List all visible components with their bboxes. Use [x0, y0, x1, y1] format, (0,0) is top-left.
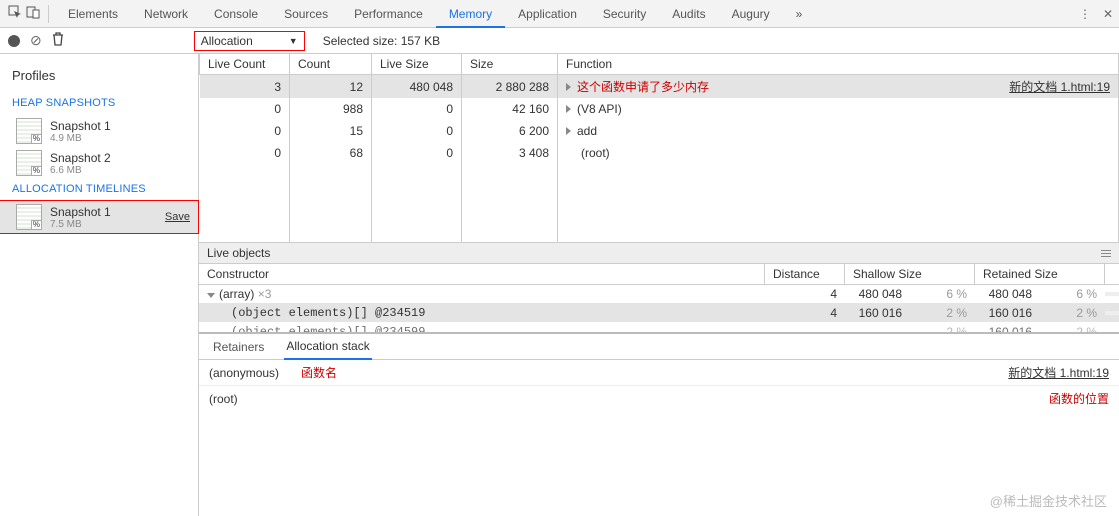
tab-overflow[interactable]: »: [783, 0, 816, 28]
snapshot-size: 4.9 MB: [50, 133, 111, 144]
stack-row[interactable]: (anonymous) 函数名 新的文档 1.html:19: [199, 360, 1119, 386]
object-row[interactable]: (object elements)[] @234599 2 % 160 016 …: [199, 322, 1119, 332]
tab-retainers[interactable]: Retainers: [211, 335, 266, 359]
expand-icon[interactable]: [566, 105, 571, 113]
function-name: (V8 API): [577, 102, 622, 116]
expand-icon[interactable]: [566, 83, 571, 91]
tab-sources[interactable]: Sources: [271, 0, 341, 28]
source-link[interactable]: 新的文档 1.html:19: [1009, 78, 1110, 95]
live-objects-columns: Constructor Distance Shallow Size Retain…: [199, 264, 1119, 285]
function-name: (root): [581, 146, 610, 160]
col-function[interactable]: Function: [558, 54, 1119, 75]
snapshot-icon: [16, 118, 42, 144]
stack-fn-name: (anonymous): [209, 366, 279, 380]
tab-augury[interactable]: Augury: [719, 0, 783, 28]
function-table: Live Count Count Live Size Size Function…: [199, 54, 1119, 242]
table-row[interactable]: 0 68 0 3 408 (root): [200, 142, 1119, 164]
table-row[interactable]: 0 15 0 6 200 add: [200, 120, 1119, 142]
menu-icon[interactable]: [1101, 248, 1111, 259]
record-icon[interactable]: [8, 35, 20, 47]
memory-toolbar: ⊘ Allocation ▼ Selected size: 157 KB: [0, 28, 1119, 54]
table-row[interactable]: 0 988 0 42 160 (V8 API): [200, 98, 1119, 120]
tab-network[interactable]: Network: [131, 0, 201, 28]
snapshot-item[interactable]: Snapshot 2 6.6 MB: [0, 147, 198, 179]
tab-security[interactable]: Security: [590, 0, 659, 28]
sidebar-cat-alloc: ALLOCATION TIMELINES: [0, 179, 198, 201]
tab-audits[interactable]: Audits: [659, 0, 718, 28]
live-objects-header: Live objects: [199, 242, 1119, 264]
clear-icon[interactable]: ⊘: [30, 32, 42, 49]
save-link[interactable]: Save: [165, 211, 190, 223]
memory-content: Live Count Count Live Size Size Function…: [199, 54, 1119, 516]
expand-icon[interactable]: [566, 127, 571, 135]
retainer-tabs: Retainers Allocation stack: [199, 332, 1119, 360]
source-link[interactable]: 新的文档 1.html:19: [1008, 364, 1109, 381]
timeline-size: 7.5 MB: [50, 219, 111, 230]
view-select-label: Allocation: [201, 34, 253, 48]
profiles-sidebar: Profiles HEAP SNAPSHOTS Snapshot 1 4.9 M…: [0, 54, 199, 516]
snapshot-size: 6.6 MB: [50, 165, 111, 176]
sidebar-cat-heap: HEAP SNAPSHOTS: [0, 93, 198, 115]
selected-size: Selected size: 157 KB: [323, 34, 440, 48]
tab-console[interactable]: Console: [201, 0, 271, 28]
kebab-icon[interactable]: ⋮: [1079, 7, 1091, 21]
panel-tabs: Elements Network Console Sources Perform…: [55, 0, 1079, 28]
object-row[interactable]: (array) ×3 4 480 048 6 % 480 048 6 %: [199, 285, 1119, 303]
stack-fn-name: (root): [209, 392, 238, 406]
stack-row[interactable]: (root) 函数的位置: [199, 386, 1119, 411]
tab-application[interactable]: Application: [505, 0, 590, 28]
inspect-icon[interactable]: [6, 5, 24, 22]
annotation: 函数名: [301, 364, 337, 381]
tab-memory[interactable]: Memory: [436, 0, 505, 28]
function-name: add: [577, 124, 597, 138]
snapshot-icon: [16, 204, 42, 230]
col-distance[interactable]: Distance: [765, 264, 845, 284]
snapshot-icon: [16, 150, 42, 176]
watermark: @稀土掘金技术社区: [990, 491, 1107, 510]
col-retained[interactable]: Retained Size: [975, 264, 1105, 284]
device-icon[interactable]: [24, 5, 42, 22]
annotation: 函数的位置: [1049, 390, 1109, 407]
object-row[interactable]: (object elements)[] @234519 4 160 016 2 …: [199, 303, 1119, 322]
collapse-icon[interactable]: [207, 293, 215, 298]
tab-performance[interactable]: Performance: [341, 0, 436, 28]
trash-icon[interactable]: [52, 32, 64, 49]
snapshot-item[interactable]: Snapshot 1 4.9 MB: [0, 115, 198, 147]
col-size[interactable]: Size: [462, 54, 558, 75]
function-name: 这个函数申请了多少内存: [577, 78, 709, 95]
devtools-tabbar: Elements Network Console Sources Perform…: [0, 0, 1119, 28]
col-count[interactable]: Count: [290, 54, 372, 75]
col-constructor[interactable]: Constructor: [199, 264, 765, 284]
snapshot-name: Snapshot 2: [50, 151, 111, 165]
timeline-item[interactable]: Snapshot 1 7.5 MB Save: [0, 200, 199, 234]
col-live-count[interactable]: Live Count: [200, 54, 290, 75]
close-icon[interactable]: ✕: [1103, 7, 1113, 21]
table-row[interactable]: 3 12 480 048 2 880 288 这个函数申请了多少内存 新的文档 …: [200, 75, 1119, 99]
col-shallow[interactable]: Shallow Size: [845, 264, 975, 284]
tab-allocation-stack[interactable]: Allocation stack: [284, 334, 371, 360]
snapshot-name: Snapshot 1: [50, 119, 111, 133]
tab-elements[interactable]: Elements: [55, 0, 131, 28]
view-select[interactable]: Allocation ▼: [194, 31, 305, 51]
col-live-size[interactable]: Live Size: [372, 54, 462, 75]
timeline-name: Snapshot 1: [50, 205, 111, 219]
sidebar-title: Profiles: [0, 62, 198, 93]
chevron-down-icon: ▼: [289, 36, 298, 46]
